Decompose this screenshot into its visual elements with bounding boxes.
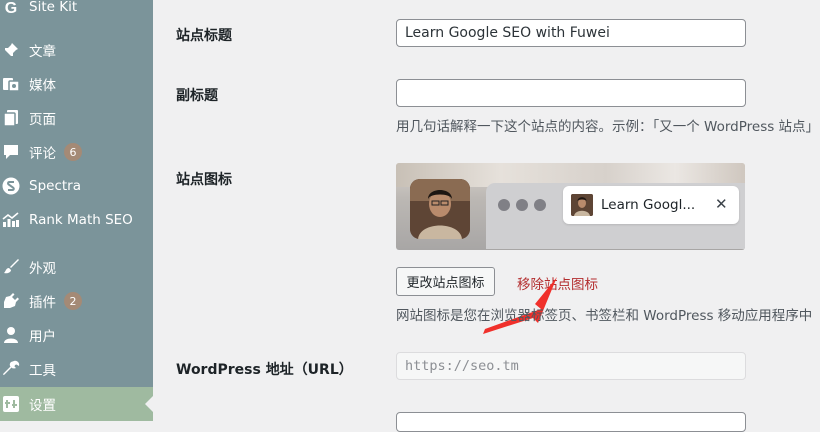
site-kit-g-icon: G — [2, 0, 20, 16]
sidebar-item-label: 评论 — [29, 146, 56, 162]
sidebar-item-label: 用户 — [29, 329, 56, 345]
svg-text:G: G — [5, 0, 17, 16]
sidebar-item-rank-math-seo[interactable]: Rank Math SEO — [0, 203, 153, 237]
sidebar-item-site-kit[interactable]: G Site Kit — [0, 0, 153, 24]
sidebar-item-media[interactable]: 媒体 — [0, 67, 153, 101]
sidebar-item-label: 文章 — [29, 44, 56, 60]
sidebar-item-plugins[interactable]: 插件 2 — [0, 284, 153, 318]
general-settings-form: 站点标题 副标题 用几句话解释一下这个站点的内容。示例：「又一个 WordPre… — [153, 0, 820, 432]
sidebar-item-label: 工具 — [29, 363, 56, 379]
settings-icon — [2, 395, 20, 413]
active-menu-pointer — [145, 396, 153, 412]
window-dot — [534, 199, 546, 211]
sidebar-item-label: 媒体 — [29, 78, 56, 94]
sidebar-item-label: Site Kit — [29, 0, 78, 15]
tagline-description: 用几句话解释一下这个站点的内容。示例：「又一个 WordPress 站点」 — [396, 119, 820, 135]
sidebar-item-users[interactable]: 用户 — [0, 318, 153, 352]
media-icon — [2, 75, 20, 93]
wordpress-url-label: WordPress 地址（URL） — [176, 362, 353, 378]
wrench-icon — [2, 360, 20, 378]
admin-sidebar: G Site Kit 文章 媒体 页面 评论 6 Spectra Rank Ma… — [0, 0, 153, 421]
sidebar-item-pages[interactable]: 页面 — [0, 101, 153, 135]
site-icon-description: 网站图标是您在浏览器标签页、书签栏和 WordPress 移动应用程序中 — [396, 308, 813, 324]
plugins-update-badge: 2 — [64, 292, 82, 310]
pushpin-icon — [2, 41, 20, 59]
sidebar-item-label: Spectra — [29, 178, 81, 194]
close-icon: ✕ — [715, 195, 728, 213]
paintbrush-icon — [2, 258, 20, 276]
browser-tab-preview: Learn Googl... ✕ — [563, 186, 739, 224]
sidebar-item-posts[interactable]: 文章 — [0, 33, 153, 67]
user-icon — [2, 326, 20, 344]
site-url-input[interactable] — [396, 412, 746, 432]
comment-icon — [2, 143, 20, 161]
site-title-input[interactable] — [396, 19, 746, 47]
sidebar-item-comments[interactable]: 评论 6 — [0, 135, 153, 169]
window-dot — [516, 199, 528, 211]
sidebar-item-settings[interactable]: 设置 — [0, 387, 153, 421]
rank-math-icon — [2, 211, 20, 229]
sidebar-item-label: 外观 — [29, 261, 56, 277]
tagline-label: 副标题 — [176, 88, 218, 104]
favicon-preview — [571, 194, 593, 216]
browser-tab-bar-preview: Learn Googl... ✕ — [486, 183, 745, 249]
sidebar-item-label: Rank Math SEO — [29, 212, 133, 228]
site-title-label: 站点标题 — [176, 28, 232, 44]
comments-count-badge: 6 — [64, 143, 82, 161]
tab-title: Learn Googl... — [601, 197, 696, 213]
window-dot — [498, 199, 510, 211]
sidebar-item-tools[interactable]: 工具 — [0, 352, 153, 386]
page-icon — [2, 109, 20, 127]
sidebar-item-spectra[interactable]: Spectra — [0, 169, 153, 203]
spectra-icon — [2, 177, 20, 195]
sidebar-item-appearance[interactable]: 外观 — [0, 250, 153, 284]
plugin-icon — [2, 292, 20, 310]
site-icon-label: 站点图标 — [176, 172, 232, 188]
sidebar-item-label: 设置 — [29, 398, 56, 414]
site-icon-preview: Learn Googl... ✕ — [396, 163, 745, 250]
sidebar-item-label: 插件 — [29, 295, 56, 311]
sidebar-item-label: 页面 — [29, 112, 56, 128]
site-icon-app-preview — [410, 179, 470, 239]
wordpress-url-input — [396, 352, 746, 380]
tagline-input[interactable] — [396, 79, 746, 107]
